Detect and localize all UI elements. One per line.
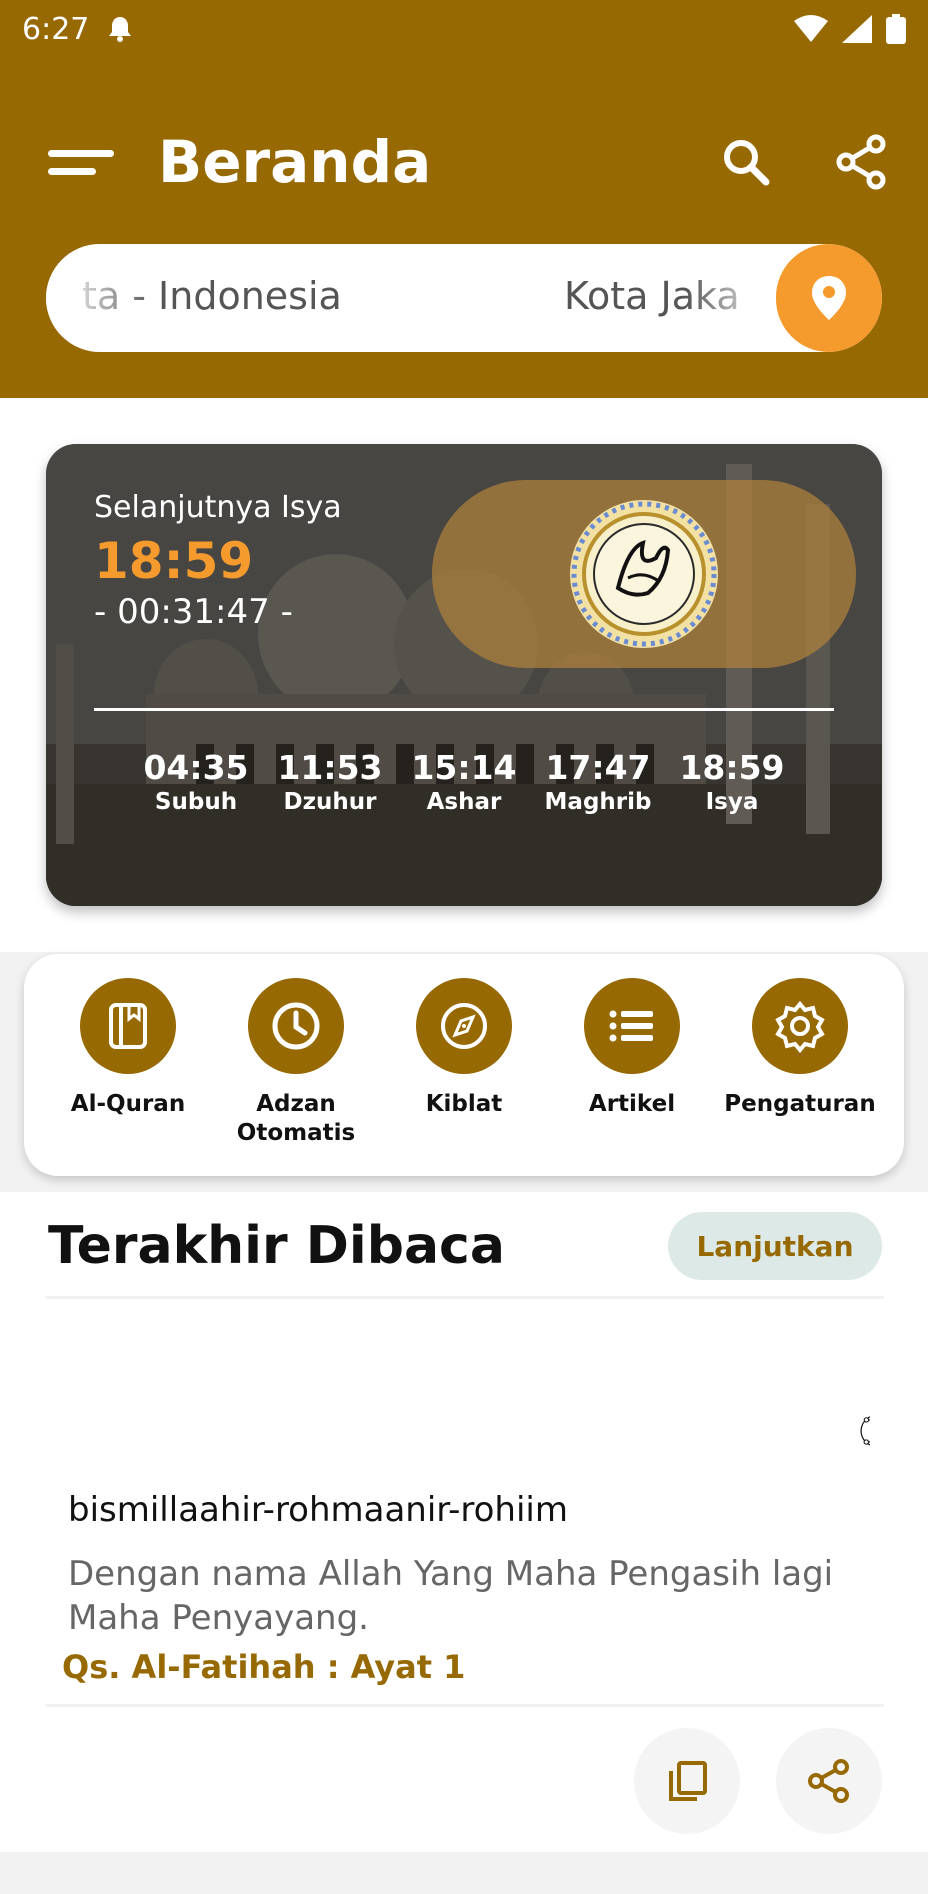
feature-adzan-otomatis[interactable]: Adzan Otomatis <box>212 978 380 1148</box>
status-bar: 6:27 <box>0 0 928 58</box>
status-time: 6:27 <box>22 11 90 47</box>
prayer-time-name: Ashar <box>426 789 502 815</box>
divider <box>46 1704 884 1707</box>
wifi-icon <box>794 15 828 42</box>
prayer-time-name: Maghrib <box>544 789 652 815</box>
clock-icon <box>272 1002 320 1050</box>
location-pin-icon <box>812 276 846 320</box>
battery-icon <box>886 14 906 44</box>
bottom-area <box>0 1852 928 1894</box>
prayer-time-value: 18:59 <box>679 748 785 787</box>
prayer-time-item: 18:59 Isya <box>665 748 799 815</box>
feature-label: Kiblat <box>425 1091 503 1117</box>
compass-icon <box>441 1003 487 1049</box>
copy-icon <box>669 1761 707 1801</box>
arabic-verse-text: بِسْمِ اللّٰهِ الرَّحْمٰنِ الرَّحِيْمِ ۝… <box>860 1373 870 1463</box>
prayer-countdown: - 00:31:47 - <box>94 592 293 632</box>
share-verse-button[interactable] <box>776 1728 882 1834</box>
location-bar[interactable]: ta - Indonesia Kota Jaka <box>46 244 882 352</box>
prayer-time-value: 17:47 <box>545 748 651 787</box>
feature-label: Al-Quran <box>70 1091 186 1117</box>
notification-bell-icon <box>109 17 132 42</box>
prayer-time-name: Subuh <box>154 789 238 815</box>
feature-icon-circle <box>80 978 176 1074</box>
latin-transliteration: bismillaahir-rohmaanir-rohiim <box>68 1490 568 1530</box>
prayer-time-value: 15:14 <box>411 748 517 787</box>
prayer-times-row: 04:35 Subuh 11:53 Dzuhur 15:14 Ashar 17:… <box>94 748 834 815</box>
search-button[interactable] <box>716 132 776 192</box>
quran-shortcut[interactable] <box>432 480 856 668</box>
prayer-time-item: 11:53 Dzuhur <box>263 748 397 815</box>
card-divider <box>94 708 834 711</box>
page-title: Beranda <box>158 128 432 196</box>
feature-label: Adzan Otomatis <box>236 1091 356 1146</box>
feature-pengaturan[interactable]: Pengaturan <box>716 978 884 1119</box>
prayer-times-card[interactable]: Selanjutnya Isya 18:59 - 00:31:47 - 04:3… <box>46 444 882 906</box>
app-bar: Beranda ta - Indonesia Kota Jaka <box>0 58 928 398</box>
gear-icon <box>775 1000 825 1053</box>
feature-icon-circle <box>584 978 680 1074</box>
feature-icon-circle <box>416 978 512 1074</box>
fade-left <box>46 244 156 352</box>
copy-button[interactable] <box>634 1728 740 1834</box>
divider <box>46 1296 884 1299</box>
quran-logo-icon <box>570 500 718 648</box>
verse-translation: Dengan nama Allah Yang Maha Pengasih lag… <box>68 1554 834 1638</box>
feature-icon-circle <box>248 978 344 1074</box>
feature-al-quran[interactable]: Al-Quran <box>44 978 212 1119</box>
share-icon <box>808 1759 849 1803</box>
prayer-time-item: 17:47 Maghrib <box>531 748 665 815</box>
book-icon <box>109 1003 147 1049</box>
feature-artikel[interactable]: Artikel <box>548 978 716 1119</box>
last-read-title: Terakhir Dibaca <box>48 1216 505 1276</box>
prayer-time-item: 04:35 Subuh <box>129 748 263 815</box>
list-icon <box>609 1010 653 1042</box>
next-prayer-label: Selanjutnya Isya <box>94 490 342 525</box>
signal-icon <box>842 15 872 43</box>
prayer-time-value: 11:53 <box>277 748 383 787</box>
feature-label: Pengaturan <box>724 1091 876 1117</box>
features-card: Al-Quran Adzan Otomatis Kiblat Artikel P… <box>24 954 904 1176</box>
prayer-time-item: 15:14 Ashar <box>397 748 531 815</box>
search-icon <box>724 140 770 186</box>
prayer-time-value: 04:35 <box>143 748 249 787</box>
share-button[interactable] <box>832 132 892 192</box>
next-prayer-time: 18:59 <box>94 532 254 590</box>
feature-icon-circle <box>752 978 848 1074</box>
feature-kiblat[interactable]: Kiblat <box>380 978 548 1119</box>
location-pin-button[interactable] <box>776 244 882 352</box>
arabic-verse: بِسْمِ اللّٰهِ الرَّحْمٰنِ الرَّحِيْمِ ۝… <box>860 1373 870 1463</box>
feature-label: Artikel <box>588 1091 676 1117</box>
prayer-time-name: Dzuhur <box>283 789 377 815</box>
continue-button[interactable]: Lanjutkan <box>668 1212 882 1280</box>
verse-reference[interactable]: Qs. Al-Fatihah : Ayat 1 <box>62 1648 465 1686</box>
prayer-time-name: Isya <box>705 789 759 815</box>
menu-line <box>48 150 114 157</box>
menu-button[interactable] <box>48 146 116 186</box>
share-icon <box>836 134 886 190</box>
menu-line <box>48 168 96 175</box>
